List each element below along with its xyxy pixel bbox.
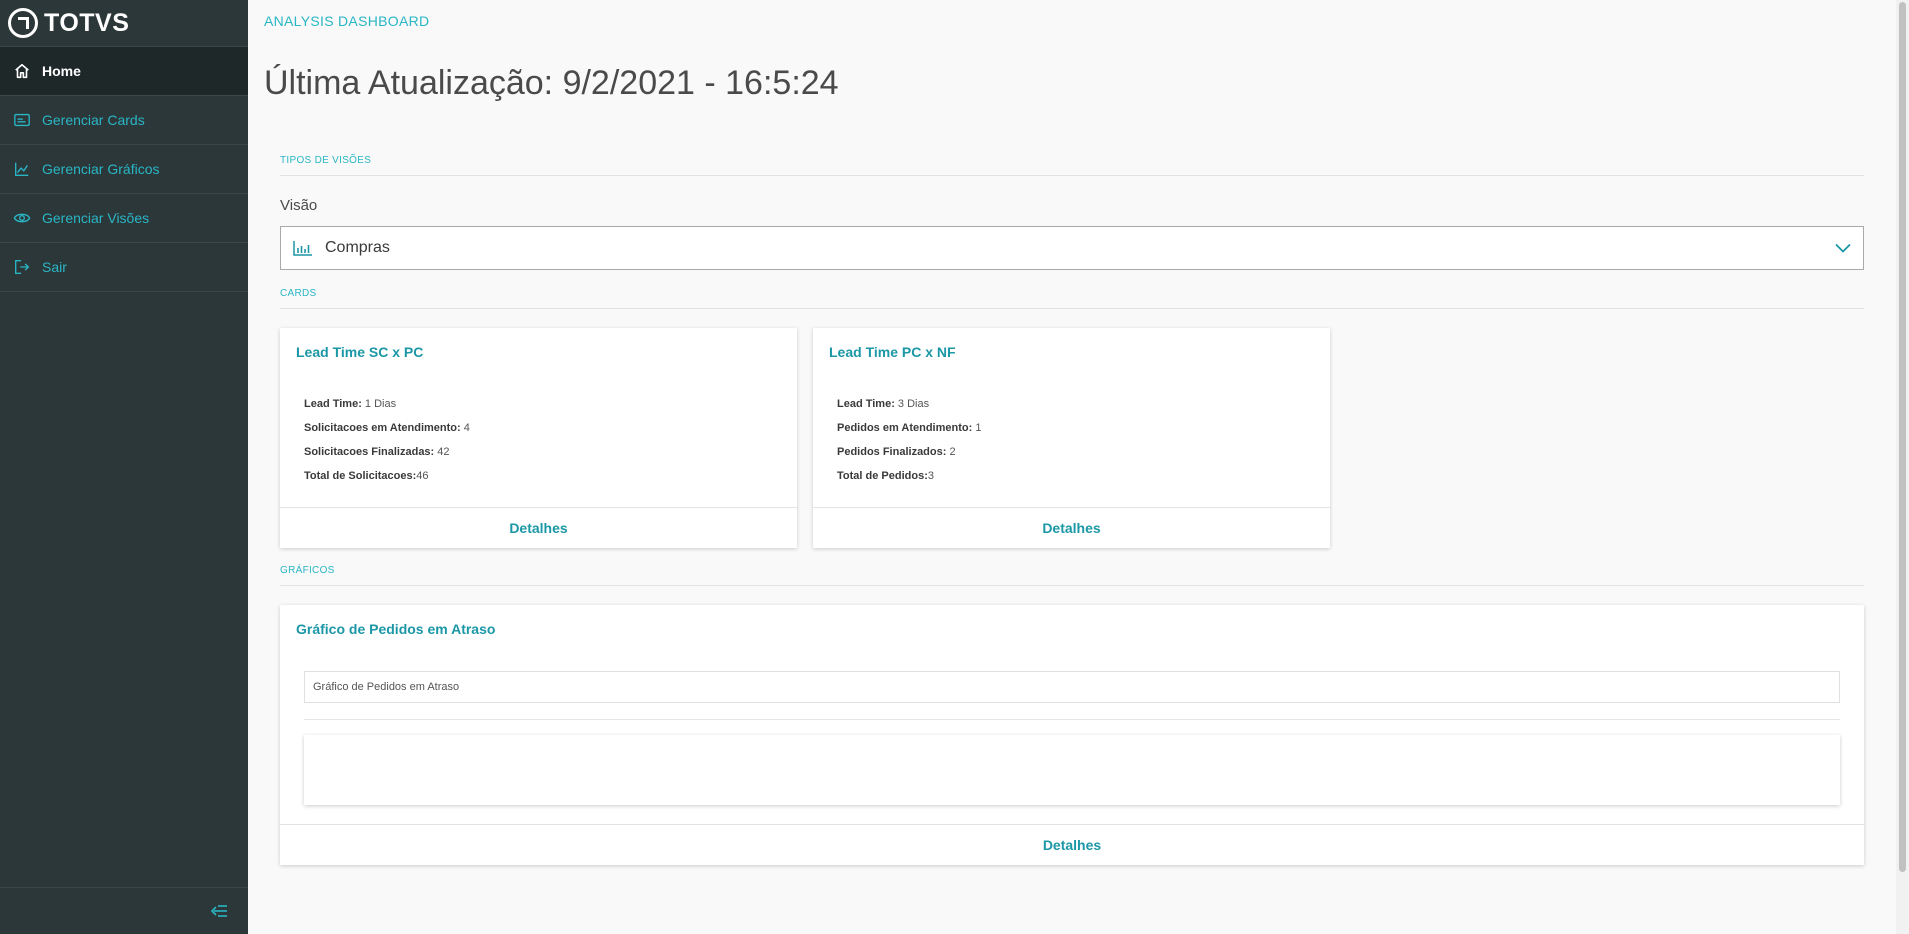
chart-area <box>304 735 1840 805</box>
card-row: Lead Time: 1 Dias <box>304 398 397 410</box>
home-icon <box>12 61 32 81</box>
eye-icon <box>12 208 32 228</box>
detalhes-button[interactable]: Detalhes <box>280 507 797 548</box>
detalhes-button[interactable]: Detalhes <box>813 507 1330 548</box>
card-row: Total de Solicitacoes:46 <box>304 470 429 482</box>
sidebar-item-label: Gerenciar Visões <box>42 210 150 226</box>
card-row: Pedidos Finalizados: 2 <box>837 446 956 458</box>
scrollbar-thumb[interactable] <box>1899 2 1906 872</box>
sidebar-item-label: Gerenciar Gráficos <box>42 161 160 177</box>
sidebar-item-label: Home <box>42 63 81 79</box>
sidebar-item-label: Sair <box>42 259 67 275</box>
collapse-menu-icon <box>210 903 228 919</box>
sidebar-item-sair[interactable]: Sair <box>0 243 248 292</box>
vertical-scrollbar[interactable] <box>1896 0 1909 934</box>
card-lead-time-pc-nf: Lead Time PC x NF Lead Time: 3 Dias Pedi… <box>813 328 1330 548</box>
breadcrumb[interactable]: ANALYSIS DASHBOARD <box>264 13 429 29</box>
sidebar-item-gerenciar-cards[interactable]: Gerenciar Cards <box>0 96 248 145</box>
visao-select-value: Compras <box>325 239 390 256</box>
chevron-down-icon <box>1835 243 1851 253</box>
divider <box>304 719 1840 720</box>
logout-icon <box>12 257 32 277</box>
sidebar: TOTVS Home Gerenciar Cards Gerenciar Grá… <box>0 0 248 934</box>
card-lead-time-sc-pc: Lead Time SC x PC Lead Time: 1 Dias Soli… <box>280 328 797 548</box>
sidebar-item-home[interactable]: Home <box>0 47 248 96</box>
collapse-menu-button[interactable] <box>0 887 248 934</box>
card-row: Pedidos em Atendimento: 1 <box>837 422 982 434</box>
totvs-logo[interactable]: TOTVS <box>0 0 248 47</box>
card-row: Total de Pedidos:3 <box>837 470 934 482</box>
card-icon <box>12 110 32 130</box>
card-row: Lead Time: 3 Dias <box>837 398 930 410</box>
card-title: Gráfico de Pedidos em Atraso <box>296 621 496 637</box>
card-row: Solicitacoes em Atendimento: 4 <box>304 422 470 434</box>
sidebar-item-label: Gerenciar Cards <box>42 112 145 128</box>
chart-caption: Gráfico de Pedidos em Atraso <box>304 671 1840 703</box>
section-tipos-de-visoes: TIPOS DE VISÕES <box>280 155 1864 176</box>
bar-chart-icon <box>293 240 313 256</box>
visao-select[interactable]: Compras <box>280 226 1864 270</box>
field-label-visao: Visão <box>280 197 318 214</box>
chart-card-pedidos-em-atraso: Gráfico de Pedidos em Atraso Gráfico de … <box>280 605 1864 865</box>
sidebar-item-gerenciar-visoes[interactable]: Gerenciar Visões <box>0 194 248 243</box>
main-content: ANALYSIS DASHBOARD Última Atualização: 9… <box>248 0 1896 934</box>
totvs-logo-icon <box>8 8 38 38</box>
card-title: Lead Time PC x NF <box>829 344 956 360</box>
sidebar-item-gerenciar-graficos[interactable]: Gerenciar Gráficos <box>0 145 248 194</box>
card-title: Lead Time SC x PC <box>296 344 424 360</box>
brand-name: TOTVS <box>44 8 130 37</box>
section-graficos: GRÁFICOS <box>280 565 1864 586</box>
card-row: Solicitacoes Finalizadas: 42 <box>304 446 450 458</box>
section-cards: CARDS <box>280 288 1864 309</box>
chart-icon <box>12 159 32 179</box>
page-title: Última Atualização: 9/2/2021 - 16:5:24 <box>264 64 839 102</box>
detalhes-button[interactable]: Detalhes <box>280 824 1864 865</box>
